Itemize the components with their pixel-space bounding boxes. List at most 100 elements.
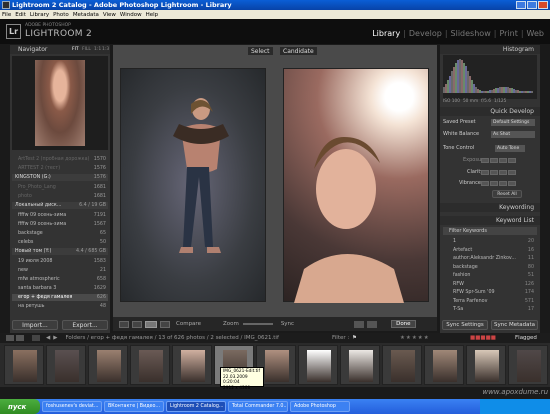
survey-view-icon[interactable] [160, 320, 170, 328]
folder-row[interactable]: 19 июля 2008 1583 [12, 258, 108, 265]
menu-edit[interactable]: Edit [15, 12, 26, 18]
taskbar-button[interactable]: foshusenev's deviat... [42, 401, 102, 412]
candidate-photo[interactable] [283, 68, 429, 303]
start-button[interactable]: пуск [0, 399, 40, 414]
done-button[interactable]: Done [391, 320, 416, 328]
quick-develop-header[interactable]: Quick Develop [440, 107, 540, 116]
keyword-row[interactable]: 1 20 [443, 238, 537, 245]
minimize-button[interactable] [516, 1, 526, 9]
window-1-icon[interactable] [6, 335, 14, 341]
menu-view[interactable]: View [103, 12, 116, 18]
sync-settings-button[interactable]: Sync Settings [442, 320, 488, 330]
select-photo[interactable] [120, 68, 266, 302]
folder-row[interactable]: ffffw 09 осень-зима 1567 [12, 221, 108, 228]
white-balance-select[interactable]: As Shot [491, 130, 535, 138]
folder-row[interactable]: Pro_Photo_Lang 1681 [12, 184, 108, 191]
navigator-header[interactable]: Navigator FIT FILL 1:1 1:3 [10, 45, 110, 54]
module-print[interactable]: Print [499, 29, 517, 38]
menu-photo[interactable]: Photo [53, 12, 69, 18]
folder-row[interactable]: ARTTEST 2 (тест) 1576 [12, 165, 108, 172]
navigator-preview[interactable] [12, 56, 108, 150]
filmstrip-thumbnail[interactable] [4, 345, 44, 385]
keyword-row[interactable]: author:Aleksandr Zinkov... 11 [443, 255, 537, 262]
auto-tone-button[interactable]: Auto Tone [495, 144, 525, 152]
flagged-label[interactable]: Flagged [515, 335, 537, 341]
forward-arrow-icon[interactable]: ▶ [53, 335, 57, 341]
menu-help[interactable]: Help [146, 12, 159, 18]
vibrance-buttons[interactable] [481, 181, 516, 186]
grid-icon[interactable] [32, 335, 40, 341]
filmstrip-thumbnail[interactable] [172, 345, 212, 385]
zoom-fill[interactable]: FILL [82, 47, 91, 52]
filmstrip-thumbnail[interactable] [508, 345, 548, 385]
flag-filter-icon[interactable]: ⚑ [352, 335, 357, 341]
menu-library[interactable]: Library [30, 12, 49, 18]
reset-all-button[interactable]: Reset All [492, 190, 522, 198]
filmstrip-thumbnail[interactable] [340, 345, 380, 385]
close-button[interactable] [538, 1, 548, 9]
swap-icon[interactable] [354, 320, 365, 328]
module-slideshow[interactable]: Slideshow [451, 29, 491, 38]
taskbar-button[interactable]: Total Commander 7.0... [228, 401, 288, 412]
rating-filter-icon[interactable]: ★★★★★ [400, 335, 430, 341]
folder-row[interactable]: santa barbara 3 1629 [12, 285, 108, 292]
sync-label[interactable]: Sync [281, 321, 294, 327]
keyword-row[interactable]: T-Sa 17 [443, 306, 537, 313]
grid-view-icon[interactable] [119, 320, 129, 328]
exposure-buttons[interactable] [481, 158, 516, 163]
keyword-row[interactable]: RFW Spr-Sum '09 174 [443, 289, 537, 296]
filmstrip-thumbnail[interactable] [130, 345, 170, 385]
export-button[interactable]: Export... [62, 320, 108, 330]
color-label-filter-icon[interactable]: ■■■■■ [470, 335, 496, 341]
folder-row[interactable]: new 21 [12, 267, 108, 274]
module-develop[interactable]: Develop [409, 29, 442, 38]
histogram-header[interactable]: Histogram [440, 45, 540, 54]
folder-row[interactable]: photo 1681 [12, 193, 108, 200]
folder-row[interactable]: backstage 65 [12, 230, 108, 237]
volume-row[interactable]: Локальный диск... 6.4 / 19 GB [12, 202, 108, 209]
module-web[interactable]: Web [527, 29, 544, 38]
folder-row[interactable]: celebs 50 [12, 239, 108, 246]
keyword-row[interactable]: fashion 51 [443, 272, 537, 279]
menu-metadata[interactable]: Metadata [73, 12, 99, 18]
keyword-list-header[interactable]: Keyword List [440, 216, 540, 225]
folder-row[interactable]: ArtTest 2 (пробная дорожка) 1570 [12, 156, 108, 163]
zoom-1-1[interactable]: 1:1 [94, 47, 101, 52]
keywording-header[interactable]: Keywording [440, 203, 540, 212]
import-button[interactable]: Import... [12, 320, 58, 330]
folder-row[interactable]: егор + федя гамалея 626 [12, 294, 108, 301]
keyword-row[interactable]: Artefact 16 [443, 247, 537, 254]
loupe-view-icon[interactable] [132, 320, 142, 328]
zoom-fit[interactable]: FIT [72, 47, 79, 52]
sync-metadata-button[interactable]: Sync Metadata [491, 320, 538, 330]
make-select-icon[interactable] [367, 320, 378, 328]
menu-window[interactable]: Window [120, 12, 142, 18]
filmstrip-thumbnail[interactable] [88, 345, 128, 385]
folder-row[interactable]: ffffw 09 осень-зима 7191 [12, 212, 108, 219]
volume-row[interactable]: KINGSTON (G:) 1576 [12, 174, 108, 181]
filmstrip-thumbnail[interactable] [382, 345, 422, 385]
taskbar-button[interactable]: ВКонтакте | Видео... [104, 401, 164, 412]
volume-row[interactable]: Новый том (Y:) 4.4 / 685 GB [12, 248, 108, 255]
compare-view-icon[interactable] [145, 320, 157, 328]
keyword-row[interactable]: backstage 80 [443, 264, 537, 271]
window-2-icon[interactable] [16, 335, 24, 341]
taskbar-button[interactable]: Adobe Photoshop [290, 401, 350, 412]
clarity-buttons[interactable] [481, 170, 516, 175]
back-arrow-icon[interactable]: ◀ [46, 335, 50, 341]
filter-keywords-field[interactable]: Filter Keywords [443, 227, 537, 235]
taskbar-button[interactable]: Lightroom 2 Catalog... [166, 401, 226, 412]
zoom-slider[interactable] [242, 323, 273, 325]
filmstrip-thumbnail[interactable] [298, 345, 338, 385]
keyword-row[interactable]: RFW 126 [443, 281, 537, 288]
module-library[interactable]: Library [372, 29, 400, 38]
filmstrip-thumbnail[interactable] [46, 345, 86, 385]
saved-preset-select[interactable]: Default Settings [491, 118, 535, 126]
keyword-row[interactable]: Terra Parfenov 571 [443, 298, 537, 305]
filmstrip-thumbnail[interactable] [466, 345, 506, 385]
zoom-1-3[interactable]: 1:3 [102, 47, 109, 52]
filmstrip-breadcrumb[interactable]: Folders / егор + федя гамалея / 13 of 62… [65, 335, 278, 341]
filmstrip-thumbnail[interactable] [424, 345, 464, 385]
folder-row[interactable]: mfw atmospheric 658 [12, 276, 108, 283]
maximize-button[interactable] [527, 1, 537, 9]
